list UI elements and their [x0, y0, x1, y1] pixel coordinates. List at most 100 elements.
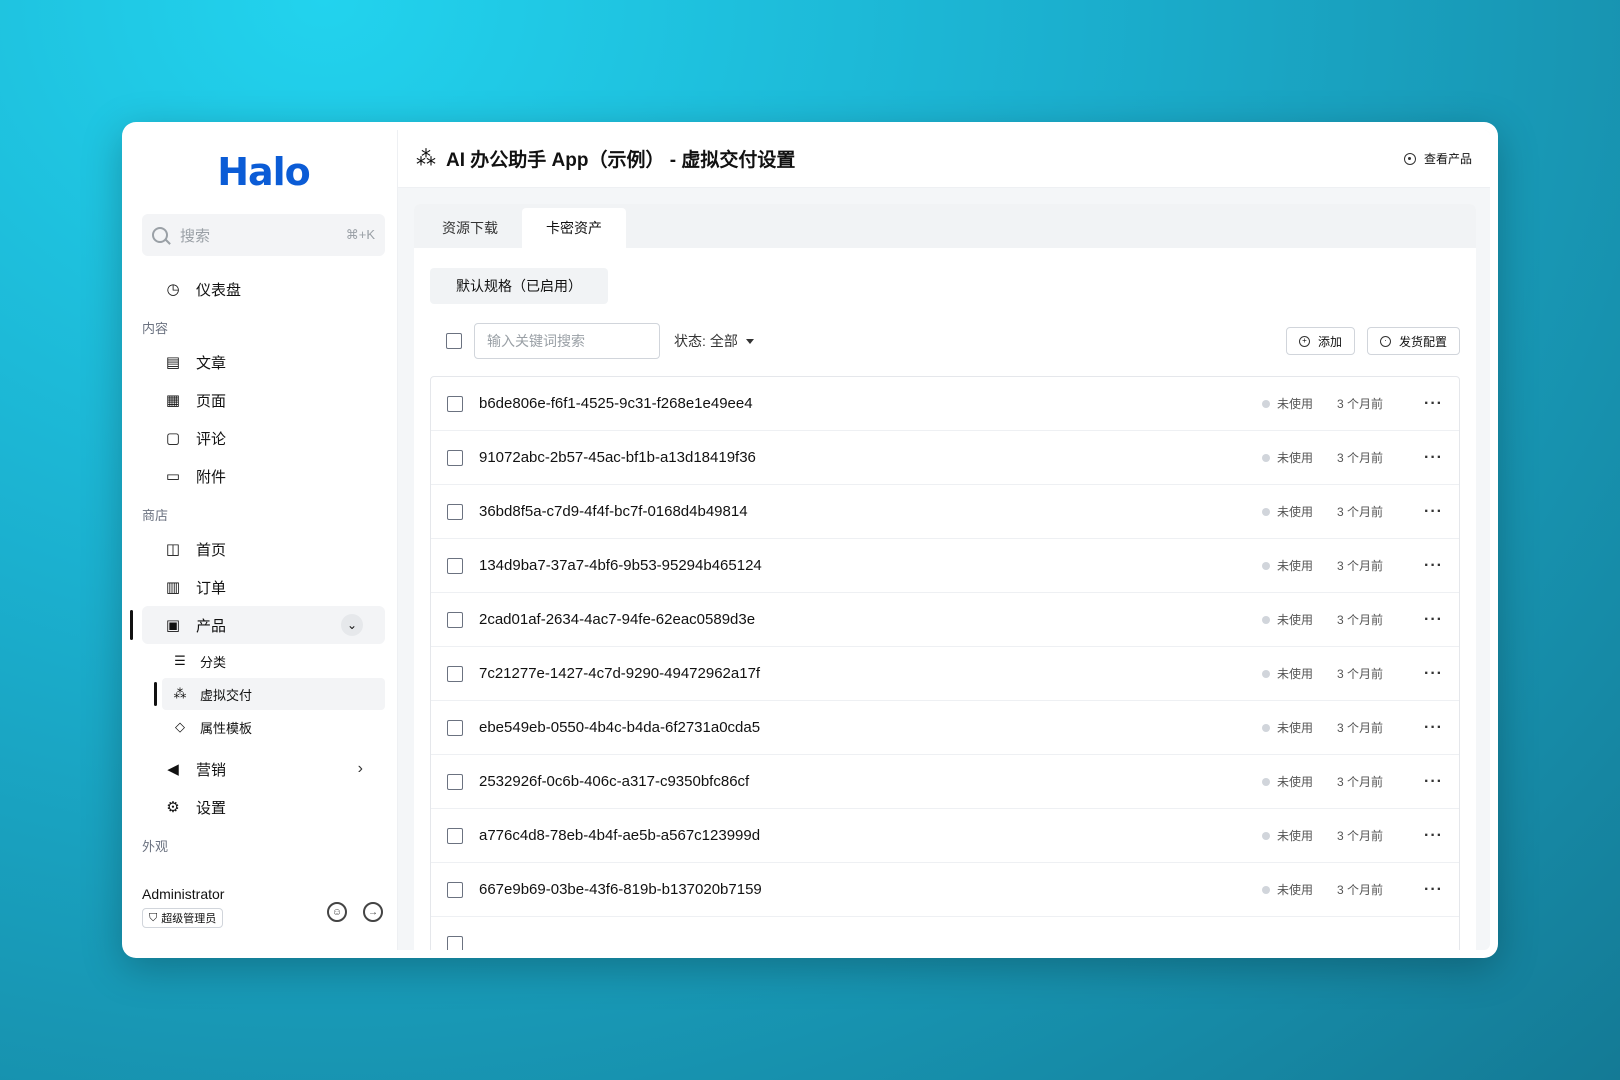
gear-icon: ⚙: [166, 799, 180, 816]
view-product-button[interactable]: 查看产品: [1403, 150, 1472, 167]
status-dot: [1261, 777, 1270, 786]
table-row[interactable]: ebe549eb-0550-4b4c-b4da-6f2731a0cda5 未使用 3…: [431, 701, 1459, 755]
user-profile-icon[interactable]: ☺: [327, 902, 347, 922]
more-icon[interactable]: ···: [1421, 557, 1443, 575]
status-badge: 未使用: [1261, 773, 1313, 790]
tab-resource-download[interactable]: 资源下载: [418, 208, 522, 248]
row-checkbox[interactable]: [447, 557, 463, 574]
section-content-label: 内容: [142, 321, 169, 336]
status-dot: [1261, 723, 1270, 732]
sidebar-item-attachments[interactable]: ▭ 附件: [142, 457, 385, 495]
select-all-checkbox[interactable]: [446, 333, 462, 349]
row-checkbox[interactable]: [447, 881, 463, 898]
sidebar-item-shop-home[interactable]: ◫ 首页: [142, 530, 385, 568]
app-shell: Halo 搜索 ⌘+K ◷ 仪表盘 内容 ▤ 文章 ▦ 页面 ▢ 评论 ▭ 附件…: [130, 130, 1490, 950]
card-code: 7c21277e-1427-4c7d-9290-49472962a17f: [479, 665, 761, 682]
status-filter[interactable]: 状态: 全部: [674, 331, 754, 351]
tab-card-assets[interactable]: 卡密资产: [522, 208, 626, 248]
status-badge: 未使用: [1261, 557, 1313, 574]
status-dot: [1261, 507, 1270, 516]
row-checkbox[interactable]: [447, 935, 463, 950]
status-dot: [1261, 831, 1270, 840]
sidebar-subitem-label: 虚拟交付: [200, 687, 253, 703]
sidebar-subitem-virtual-delivery[interactable]: ⁂ 虚拟交付: [154, 678, 385, 710]
status-text: 未使用: [1276, 559, 1313, 573]
ship-config-button[interactable]: · 发货配置: [1366, 327, 1460, 355]
main-area: ⁂ AI 办公助手 App（示例） - 虚拟交付设置 查看产品 资源下载 卡密资…: [398, 130, 1490, 950]
status-text: 未使用: [1276, 505, 1313, 519]
table-row[interactable]: 36bd8f5a-c7d9-4f4f-bc7f-0168d4b49814 未使用 3…: [431, 485, 1459, 539]
book-icon: ▤: [165, 354, 181, 371]
user-name: Administrator: [142, 886, 225, 902]
row-checkbox[interactable]: [447, 503, 463, 520]
section-shop-label: 商店: [142, 508, 169, 523]
row-checkbox[interactable]: [447, 719, 463, 736]
add-button[interactable]: + 添加: [1285, 327, 1355, 355]
sidebar-item-comments[interactable]: ▢ 评论: [142, 419, 385, 457]
logo[interactable]: Halo: [130, 130, 397, 214]
sidebar-item-label: 订单: [196, 579, 227, 597]
more-icon[interactable]: ···: [1421, 395, 1443, 413]
more-icon[interactable]: ···: [1421, 611, 1443, 629]
card-code: a776c4d8-78eb-4b4f-ae5b-a567c123999d: [479, 827, 761, 844]
created-time: 3 个月前: [1337, 883, 1384, 897]
keyword-search-input[interactable]: 输入关键词搜索: [474, 323, 660, 359]
sidebar-item-posts[interactable]: ▤ 文章: [142, 343, 385, 381]
row-checkbox[interactable]: [447, 611, 463, 628]
receipt-icon: ▥: [165, 579, 181, 596]
spec-selector-button[interactable]: 默认规格（已启用）: [430, 268, 608, 304]
table-row[interactable]: a776c4d8-78eb-4b4f-ae5b-a567c123999d 未使用 3…: [431, 809, 1459, 863]
shield-icon: ⛉: [149, 911, 158, 924]
row-checkbox[interactable]: [447, 395, 463, 412]
sidebar: Halo 搜索 ⌘+K ◷ 仪表盘 内容 ▤ 文章 ▦ 页面 ▢ 评论 ▭ 附件…: [130, 130, 398, 950]
status-text: 未使用: [1276, 667, 1313, 681]
chevron-right-icon[interactable]: ›: [358, 760, 363, 778]
more-icon[interactable]: ···: [1421, 881, 1443, 899]
more-icon[interactable]: ···: [1421, 827, 1443, 845]
table-row[interactable]: 2532926f-0c6b-406c-a317-c9350bfc86cf 未使用 3…: [431, 755, 1459, 809]
more-icon[interactable]: ···: [1421, 449, 1443, 467]
status-text: 未使用: [1276, 775, 1313, 789]
more-icon[interactable]: ···: [1421, 503, 1443, 521]
table-row-partial[interactable]: [431, 917, 1459, 950]
row-checkbox[interactable]: [447, 773, 463, 790]
table-row[interactable]: 91072abc-2b57-45ac-bf1b-a13d18419f36 未使用 3…: [431, 431, 1459, 485]
more-icon[interactable]: ···: [1421, 773, 1443, 791]
status-dot: [1261, 885, 1270, 894]
status-text: 未使用: [1276, 613, 1313, 627]
table-row[interactable]: b6de806e-f6f1-4525-9c31-f268e1e49ee4 未使用 3…: [431, 377, 1459, 431]
row-checkbox[interactable]: [447, 665, 463, 682]
chevron-down-icon[interactable]: ⌄: [341, 614, 363, 636]
tag-icon: ◇: [175, 719, 185, 734]
sidebar-item-marketing[interactable]: ◀ 营销 ›: [142, 750, 385, 788]
sidebar-item-products[interactable]: ▣ 产品 ⌄: [130, 606, 385, 644]
more-icon[interactable]: ···: [1421, 719, 1443, 737]
sidebar-subitem-categories[interactable]: ☰ 分类: [162, 645, 385, 677]
sidebar-item-label: 评论: [196, 430, 227, 448]
logout-icon[interactable]: →: [363, 902, 383, 922]
user-role-label: 超级管理员: [161, 913, 217, 925]
row-checkbox[interactable]: [447, 449, 463, 466]
status-badge: 未使用: [1261, 665, 1313, 682]
sidebar-item-label: 页面: [196, 392, 227, 410]
user-panel: Administrator ⛉ 超级管理员 ☺ →: [142, 884, 385, 940]
sidebar-item-label: 产品: [196, 617, 227, 635]
more-icon[interactable]: ···: [1421, 665, 1443, 683]
folder-icon: ▭: [165, 468, 181, 485]
sidebar-item-pages[interactable]: ▦ 页面: [142, 381, 385, 419]
table-row[interactable]: 2cad01af-2634-4ac7-94fe-62eac0589d3e 未使用 3…: [431, 593, 1459, 647]
list-toolbar: 输入关键词搜索 状态: 全部 + 添加 · 发货配置: [430, 322, 1460, 360]
app-window: Halo 搜索 ⌘+K ◷ 仪表盘 内容 ▤ 文章 ▦ 页面 ▢ 评论 ▭ 附件…: [122, 122, 1498, 958]
search-placeholder: 搜索: [180, 227, 211, 245]
sidebar-subitem-attribute-templates[interactable]: ◇ 属性模板: [162, 711, 385, 743]
sidebar-item-settings[interactable]: ⚙ 设置: [142, 788, 385, 826]
row-checkbox[interactable]: [447, 827, 463, 844]
table-row[interactable]: 134d9ba7-37a7-4bf6-9b53-95294b465124 未使用 3…: [431, 539, 1459, 593]
status-dot: [1261, 615, 1270, 624]
table-row[interactable]: 667e9b69-03be-43f6-819b-b137020b7159 未使用 3…: [431, 863, 1459, 917]
sidebar-item-dashboard[interactable]: ◷ 仪表盘: [142, 270, 385, 308]
search-box[interactable]: 搜索 ⌘+K: [142, 214, 385, 256]
sidebar-item-orders[interactable]: ▥ 订单: [142, 568, 385, 606]
created-time: 3 个月前: [1337, 667, 1384, 681]
table-row[interactable]: 7c21277e-1427-4c7d-9290-49472962a17f 未使用 3…: [431, 647, 1459, 701]
